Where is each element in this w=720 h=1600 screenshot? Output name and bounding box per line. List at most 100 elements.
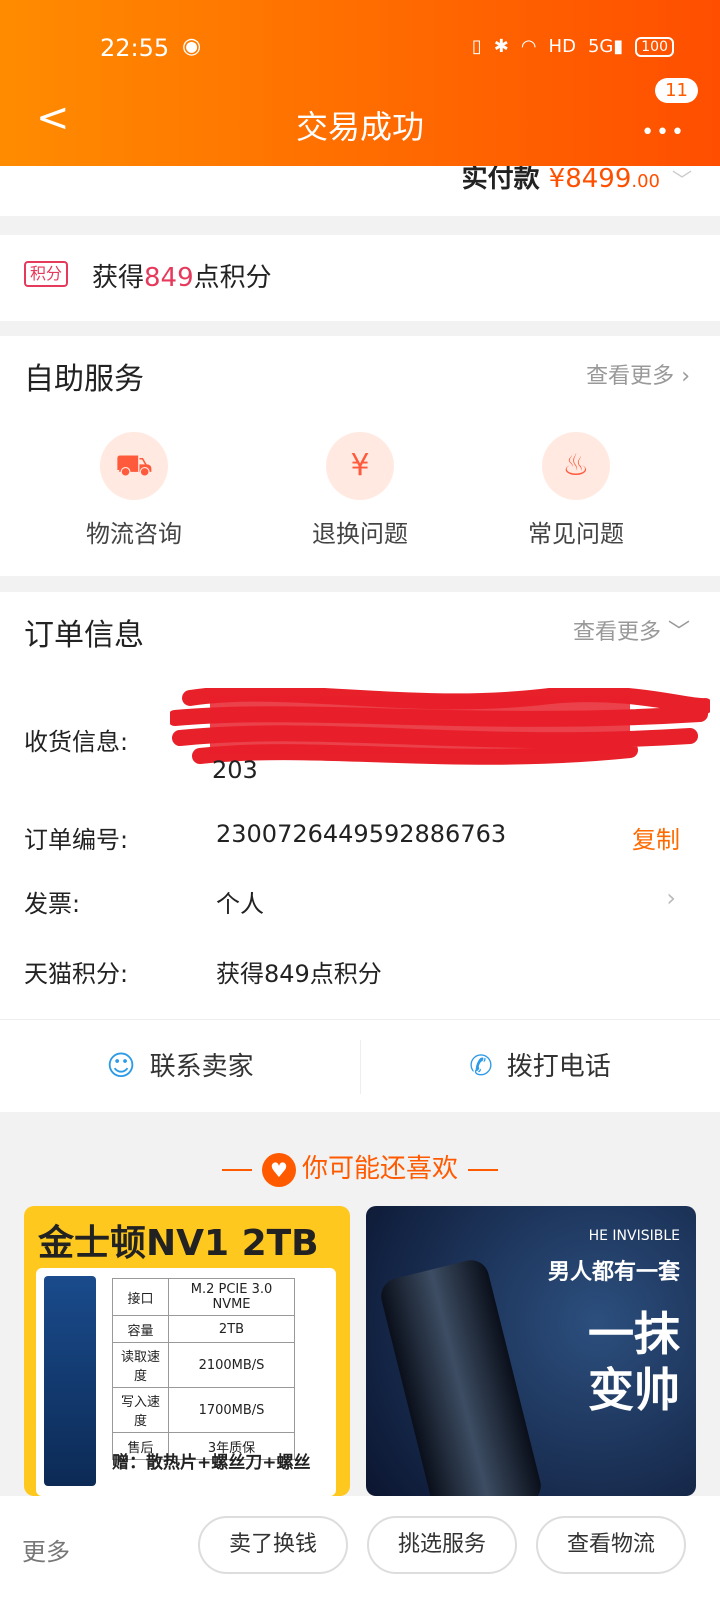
spec-value: 2100MB/S bbox=[168, 1342, 295, 1388]
signal-5g-icon: 5G▮ bbox=[587, 36, 624, 57]
fire-icon: ♨ bbox=[542, 432, 610, 500]
hd-icon: HD bbox=[548, 36, 576, 57]
self-service-card: 自助服务 查看更多 › ⛟ 物流咨询 ¥ 退换问题 ♨ 常见问题 bbox=[0, 336, 720, 576]
copy-button[interactable]: 复制 bbox=[632, 820, 680, 855]
truck-icon: ⛟ bbox=[100, 432, 168, 500]
price-amount: 8499 bbox=[565, 164, 632, 194]
service-faq[interactable]: ♨ 常见问题 bbox=[466, 432, 686, 549]
top-header: 22:55 ◉ ▯ ✱ ◠ HD 5G▮ 100 < 交易成功 ••• 11 bbox=[0, 0, 720, 166]
order-info-card: 订单信息 查看更多 ﹀ 收货信息: 203 订单编号: 230072644959… bbox=[0, 592, 720, 1022]
order-info-more-link[interactable]: 查看更多 ﹀ bbox=[573, 614, 690, 646]
service-faq-label: 常见问题 bbox=[528, 520, 624, 548]
recommend-title: 你可能还喜欢 bbox=[301, 1154, 458, 1184]
call-phone-label: 拨打电话 bbox=[506, 1052, 611, 1082]
call-phone-button[interactable]: ✆ 拨打电话 bbox=[360, 1046, 720, 1083]
notification-badge: 11 bbox=[655, 78, 698, 103]
address-tail: 203 bbox=[212, 756, 258, 784]
heart-icon: ♥ bbox=[261, 1153, 296, 1187]
bottom-action-bar: 更多 卖了换钱 挑选服务 查看物流 bbox=[0, 1496, 720, 1600]
contact-bar: ☺ 联系卖家 ✆ 拨打电话 bbox=[0, 1022, 720, 1112]
status-time: 22:55 bbox=[100, 34, 170, 62]
view-logistics-button[interactable]: 查看物流 bbox=[536, 1516, 686, 1574]
spec-key: 接口 bbox=[112, 1278, 169, 1316]
spec-value: M.2 PCIE 3.0 NVME bbox=[168, 1278, 295, 1316]
chevron-down-icon: ﹀ bbox=[672, 168, 692, 192]
page-title: 交易成功 bbox=[295, 108, 424, 146]
phone-icon: ✆ bbox=[469, 1049, 493, 1082]
decor-line bbox=[221, 1168, 252, 1171]
product-big-text-2: 变帅 bbox=[588, 1363, 680, 1417]
status-icons: ▯ ✱ ◠ HD 5G▮ 100 bbox=[472, 36, 674, 57]
status-bar: 22:55 ◉ ▯ ✱ ◠ HD 5G▮ 100 bbox=[0, 30, 720, 66]
ssd-image bbox=[44, 1276, 96, 1486]
chevron-right-icon: › bbox=[666, 884, 676, 912]
more-menu-button[interactable]: ••• 11 bbox=[632, 78, 698, 145]
order-info-title: 订单信息 bbox=[24, 618, 144, 653]
product-tag: HE INVISIBLE bbox=[588, 1228, 680, 1244]
service-logistics-label: 物流咨询 bbox=[86, 520, 182, 548]
recommend-header: ♥ 你可能还喜欢 bbox=[0, 1148, 720, 1187]
choose-service-button[interactable]: 挑选服务 bbox=[367, 1516, 517, 1574]
table-row: 容量 2TB bbox=[112, 1315, 295, 1343]
address-label: 收货信息: bbox=[24, 728, 129, 756]
points-text: 获得849点积分 bbox=[92, 257, 272, 294]
vibrate-icon: ▯ bbox=[471, 36, 482, 57]
notification-icon: ◉ bbox=[182, 34, 202, 59]
contact-seller-label: 联系卖家 bbox=[149, 1052, 254, 1082]
payment-row[interactable]: 实付款 ¥8499.00 ﹀ bbox=[0, 164, 720, 216]
spec-key: 读取速度 bbox=[112, 1342, 169, 1388]
battery-indicator: 100 bbox=[635, 36, 674, 57]
order-info-more-label: 查看更多 bbox=[572, 620, 661, 645]
refund-icon: ¥ bbox=[326, 432, 394, 500]
invoice-label: 发票: bbox=[24, 890, 81, 918]
bottle-image bbox=[377, 1256, 545, 1496]
paid-price: ¥8499.00 bbox=[549, 164, 660, 194]
product-slogan: 男人都有一套 bbox=[547, 1260, 680, 1285]
divider bbox=[0, 1019, 720, 1020]
chat-icon: ☺ bbox=[106, 1049, 136, 1082]
self-service-more-link[interactable]: 查看更多 › bbox=[586, 358, 690, 390]
spec-table: 接口 M.2 PCIE 3.0 NVME 容量 2TB 读取速度 2100MB/S 写… bbox=[112, 1278, 295, 1460]
decor-line bbox=[468, 1168, 498, 1171]
points-card: 积分 获得849点积分 bbox=[0, 235, 720, 321]
product-card-cream[interactable]: HE INVISIBLE 男人都有一套 一抹 变帅 bbox=[366, 1206, 696, 1496]
table-row: 接口 M.2 PCIE 3.0 NVME bbox=[112, 1278, 295, 1316]
service-logistics[interactable]: ⛟ 物流咨询 bbox=[24, 432, 244, 549]
product-card-ssd[interactable]: 金士顿NV1 2TB 接口 M.2 PCIE 3.0 NVME 容量 2TB 读取速… bbox=[24, 1206, 350, 1496]
spec-key: 写入速度 bbox=[112, 1387, 169, 1433]
product-big-text-1: 一抹 bbox=[588, 1307, 680, 1361]
service-refund-label: 退换问题 bbox=[312, 520, 408, 548]
currency-symbol: ¥ bbox=[548, 164, 566, 194]
order-number-label: 订单编号: bbox=[24, 826, 129, 854]
tmall-points-value: 获得849点积分 bbox=[216, 960, 382, 988]
price-decimal: .00 bbox=[631, 171, 660, 192]
self-service-more-label: 查看更多 bbox=[586, 364, 675, 389]
chevron-down-icon: ﹀ bbox=[667, 620, 690, 645]
chevron-right-icon: › bbox=[681, 364, 690, 389]
product-big-text: 一抹 变帅 bbox=[588, 1306, 680, 1418]
tmall-points-label: 天猫积分: bbox=[24, 960, 129, 988]
nav-bar: < 交易成功 ••• 11 bbox=[0, 78, 720, 146]
wifi-icon: ◠ bbox=[520, 36, 537, 57]
spec-value: 1700MB/S bbox=[168, 1387, 295, 1433]
points-suffix: 点积分 bbox=[193, 263, 272, 293]
product-headline: 金士顿NV1 2TB bbox=[38, 1223, 319, 1264]
bluetooth-icon: ✱ bbox=[493, 36, 509, 57]
product-gift-text: 赠：散热片+螺丝刀+螺丝 bbox=[112, 1453, 311, 1473]
more-dots-icon: ••• bbox=[641, 120, 686, 145]
table-row: 读取速度 2100MB/S bbox=[112, 1342, 295, 1388]
more-button[interactable]: 更多 bbox=[22, 1532, 70, 1567]
table-row: 写入速度 1700MB/S bbox=[112, 1387, 295, 1433]
spec-value: 2TB bbox=[168, 1315, 295, 1343]
sell-button[interactable]: 卖了换钱 bbox=[198, 1516, 348, 1574]
spec-key: 容量 bbox=[112, 1315, 169, 1343]
points-value: 849 bbox=[144, 263, 194, 293]
product-spec-panel: 接口 M.2 PCIE 3.0 NVME 容量 2TB 读取速度 2100MB/S 写… bbox=[36, 1268, 336, 1496]
order-number-value: 2300726449592886763 bbox=[216, 820, 507, 848]
points-badge: 积分 bbox=[24, 261, 69, 287]
points-prefix: 获得 bbox=[92, 263, 145, 293]
paid-label: 实付款 bbox=[461, 164, 540, 194]
service-refund[interactable]: ¥ 退换问题 bbox=[250, 432, 470, 549]
contact-seller-button[interactable]: ☺ 联系卖家 bbox=[0, 1046, 360, 1083]
self-service-title: 自助服务 bbox=[24, 362, 144, 397]
